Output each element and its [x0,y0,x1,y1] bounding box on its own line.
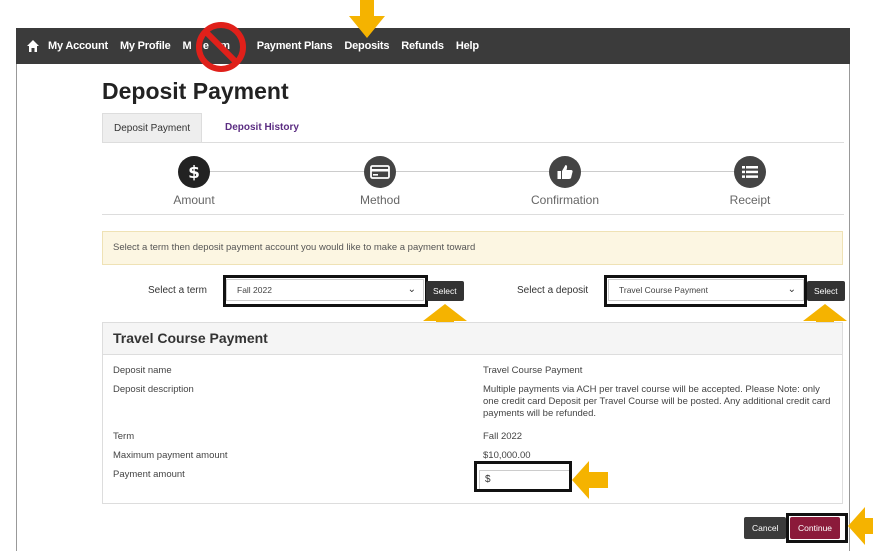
arrow-left-icon [848,507,873,545]
highlight-box-continue [786,513,848,543]
detail-label: Deposit description [113,384,194,395]
step-connector [194,171,754,172]
list-icon [734,156,766,188]
cancel-button[interactable]: Cancel [744,517,787,539]
step-method: Method [320,156,440,207]
nav-help[interactable]: Help [456,40,479,52]
detail-label: Maximum payment amount [113,450,228,461]
detail-label: Deposit name [113,365,172,376]
panel-title: Travel Course Payment [103,323,842,355]
term-select-button[interactable]: Select [426,281,464,301]
highlight-box-term [223,275,428,307]
instruction-notice: Select a term then deposit payment accou… [102,231,843,265]
tab-deposit-payment[interactable]: Deposit Payment [102,113,203,142]
step-confirmation: Confirmation [505,156,625,207]
tab-deposit-history[interactable]: Deposit History [214,113,310,142]
step-label: Confirmation [530,193,600,207]
card-icon [364,156,396,188]
page-title: Deposit Payment [102,78,289,104]
svg-text:$: $ [188,163,200,182]
step-label: Method [359,193,401,207]
arrow-down-icon [349,0,385,38]
top-navbar: My Account My Profile M e m t Payment Pl… [16,28,850,64]
detail-value: Fall 2022 [483,431,523,442]
progress-steps: $ Amount Method Confirmation Receipt [102,150,844,215]
deposit-select-button[interactable]: Select [807,281,845,301]
arrow-left-icon [572,461,608,499]
highlight-box-amount [474,461,572,492]
tab-bar: Deposit Payment Deposit History [102,113,844,143]
deposit-label: Select a deposit [517,285,589,296]
detail-label: Payment amount [113,469,185,480]
deposit-details-panel: Travel Course Payment Deposit name Trave… [102,322,843,504]
nav-payment-plans[interactable]: Payment Plans [257,40,333,52]
step-label: Amount [173,193,215,207]
detail-value: Travel Course Payment [483,365,583,376]
highlight-box-deposit [604,275,807,307]
thumbs-up-icon [549,156,581,188]
step-receipt: Receipt [690,156,810,207]
nav-deposits[interactable]: Deposits [344,40,389,52]
prohibited-icon [196,22,246,72]
step-label: Receipt [729,193,771,207]
step-amount: $ Amount [134,156,254,207]
term-label: Select a term [148,285,207,296]
detail-value: Multiple payments via ACH per travel cou… [483,384,831,419]
nav-my-profile[interactable]: My Profile [120,40,171,52]
nav-refunds[interactable]: Refunds [401,40,444,52]
nav-my-account[interactable]: My Account [48,40,108,52]
detail-label: Term [113,431,135,442]
home-icon[interactable] [26,39,40,53]
dollar-icon: $ [178,156,210,188]
